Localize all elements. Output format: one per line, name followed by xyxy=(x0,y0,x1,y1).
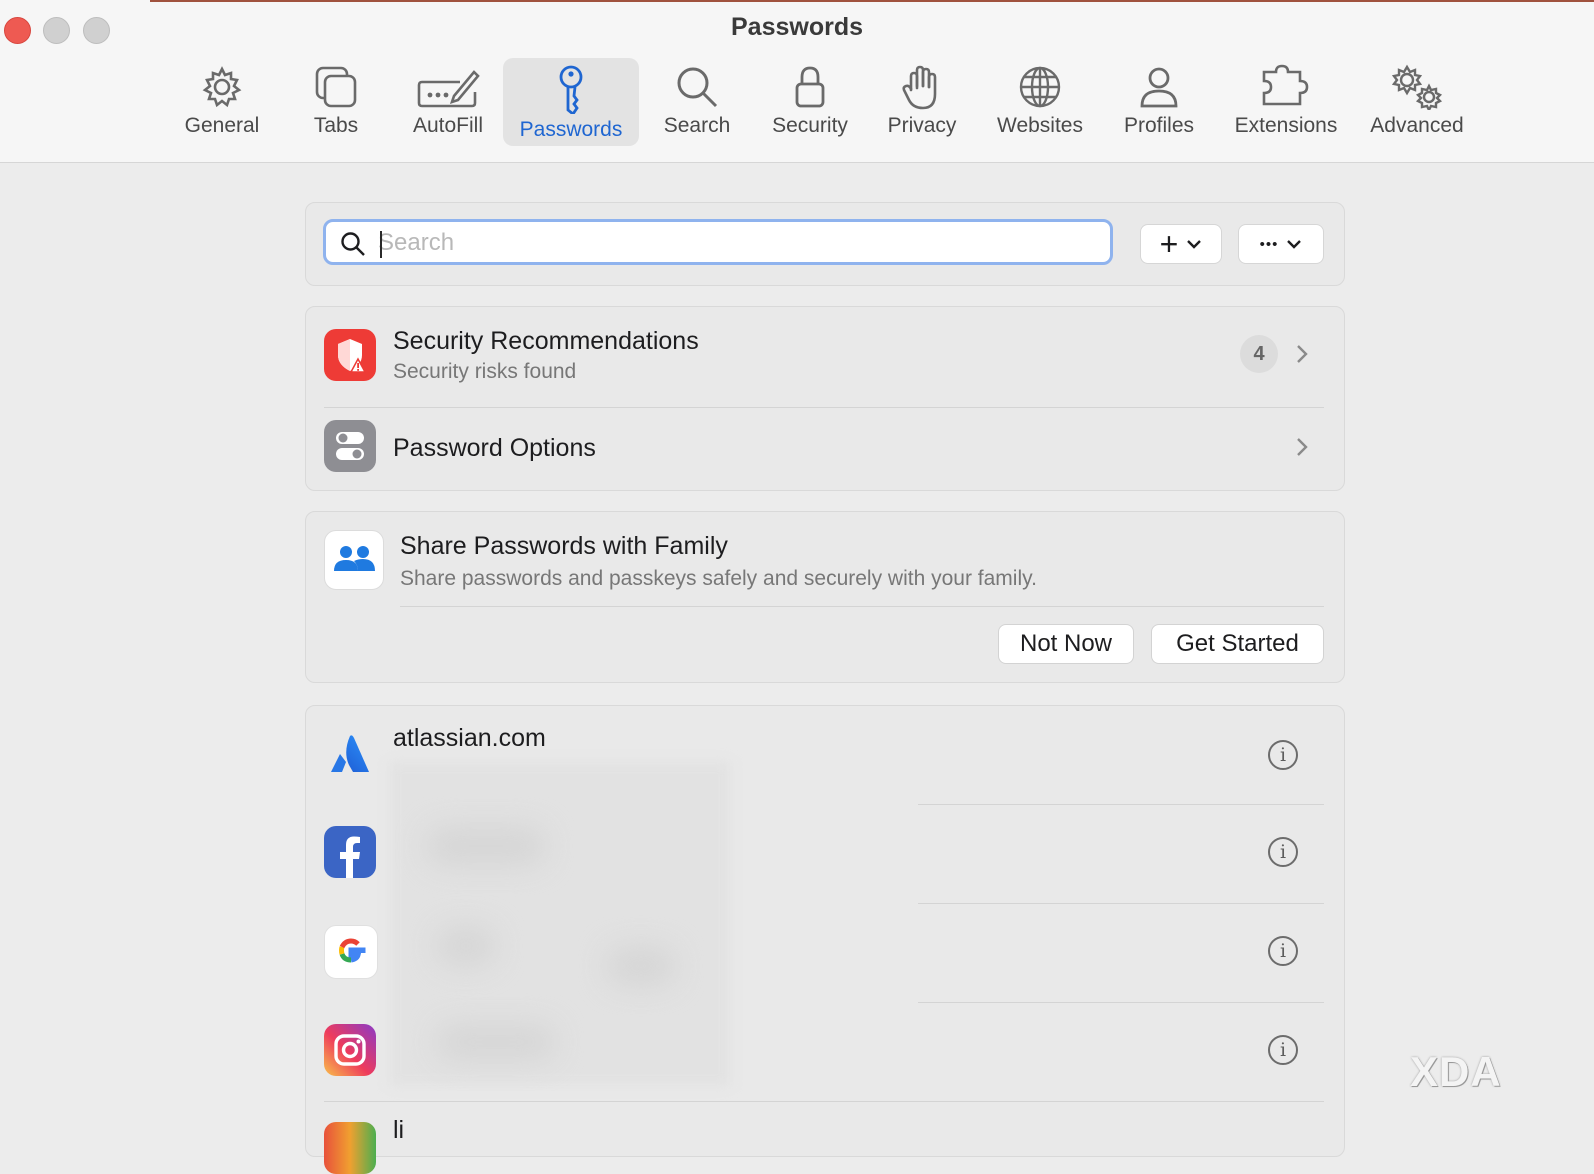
search-icon xyxy=(677,67,718,108)
blurred-text xyxy=(436,1024,556,1060)
partial-icon xyxy=(324,1122,376,1174)
search-field[interactable] xyxy=(323,219,1113,265)
tab-label: General xyxy=(184,114,260,137)
person-icon xyxy=(1140,67,1178,108)
window-edge xyxy=(150,0,1594,2)
settings-panel: Security Recommendations Security risks … xyxy=(305,306,1345,491)
chevron-down-icon xyxy=(1287,240,1302,249)
family-icon xyxy=(324,530,384,590)
tab-security[interactable]: Security xyxy=(760,58,860,146)
tab-label: Profiles xyxy=(1123,114,1195,137)
info-icon[interactable]: i xyxy=(1268,837,1298,867)
family-title: Share Passwords with Family xyxy=(400,532,728,560)
blurred-text xyxy=(606,946,676,986)
tab-label: Search xyxy=(663,114,731,137)
info-icon[interactable]: i xyxy=(1268,740,1298,770)
tab-tabs[interactable]: Tabs xyxy=(296,58,376,146)
passwords-list: atlassian.com i i i i li xyxy=(305,705,1345,1174)
list-item[interactable]: li xyxy=(306,1102,1344,1174)
gear-icon xyxy=(202,66,242,108)
tab-label: AutoFill xyxy=(412,114,484,137)
shield-warning-icon xyxy=(324,329,376,381)
password-options-title: Password Options xyxy=(393,434,596,462)
google-icon xyxy=(324,925,378,979)
site-name: atlassian.com xyxy=(393,724,546,752)
get-started-button[interactable]: Get Started xyxy=(1151,624,1324,664)
security-recommendations-row[interactable]: Security Recommendations Security risks … xyxy=(306,307,1344,407)
security-count-badge: 4 xyxy=(1240,335,1278,373)
blurred-text xyxy=(436,926,496,966)
more-menu-button[interactable]: ••• xyxy=(1238,224,1324,264)
family-sharing-panel: Share Passwords with Family Share passwo… xyxy=(305,511,1345,683)
chevron-down-icon xyxy=(1187,240,1202,249)
globe-icon xyxy=(1019,66,1061,108)
instagram-icon xyxy=(324,1024,376,1076)
search-icon xyxy=(341,232,365,256)
tab-search[interactable]: Search xyxy=(654,58,740,146)
gears-icon xyxy=(1391,64,1443,110)
divider xyxy=(400,606,1324,607)
add-menu-button[interactable]: + xyxy=(1140,224,1222,264)
window-title: Passwords xyxy=(730,13,863,41)
facebook-icon xyxy=(324,826,376,878)
watermark-logo: XDA xyxy=(1410,1048,1502,1095)
tab-general[interactable]: General xyxy=(172,58,272,146)
puzzle-icon xyxy=(1262,64,1309,106)
tabs-icon xyxy=(315,66,357,108)
hand-icon xyxy=(902,65,937,110)
ellipsis-icon: ••• xyxy=(1259,235,1279,253)
toggle-options-icon xyxy=(324,420,376,472)
tab-label: Tabs xyxy=(313,114,359,137)
security-subtitle: Security risks found xyxy=(393,360,577,383)
tab-label: Advanced xyxy=(1370,114,1464,137)
lock-icon xyxy=(795,66,825,108)
search-panel: + ••• xyxy=(305,202,1345,286)
text-cursor xyxy=(380,231,382,258)
family-subtitle: Share passwords and passkeys safely and … xyxy=(400,567,1037,590)
tab-label: Passwords xyxy=(519,118,623,141)
tab-label: Security xyxy=(772,114,848,137)
tab-label: Extensions xyxy=(1234,114,1338,137)
tab-advanced[interactable]: Advanced xyxy=(1362,58,1472,146)
tab-autofill[interactable]: AutoFill xyxy=(396,58,500,146)
info-icon[interactable]: i xyxy=(1268,936,1298,966)
security-title: Security Recommendations xyxy=(393,327,699,355)
tab-websites[interactable]: Websites xyxy=(984,58,1096,146)
key-icon xyxy=(559,65,583,114)
tab-extensions[interactable]: Extensions xyxy=(1222,58,1350,146)
tab-label: Privacy xyxy=(887,114,957,137)
info-icon[interactable]: i xyxy=(1268,1035,1298,1065)
search-input[interactable] xyxy=(378,230,1078,256)
atlassian-icon xyxy=(331,735,369,772)
tab-privacy[interactable]: Privacy xyxy=(876,58,968,146)
chevron-right-icon xyxy=(1297,345,1308,363)
title-bar: Passwords General Tabs AutoFill Password… xyxy=(0,0,1594,163)
site-name: li xyxy=(393,1116,405,1144)
tab-passwords[interactable]: Passwords xyxy=(503,58,639,146)
pencil-field-icon xyxy=(417,70,480,108)
password-options-row[interactable]: Password Options xyxy=(306,408,1344,490)
not-now-button[interactable]: Not Now xyxy=(998,624,1134,664)
chevron-right-icon xyxy=(1297,438,1308,456)
blurred-text xyxy=(426,826,546,866)
tab-profiles[interactable]: Profiles xyxy=(1110,58,1208,146)
tab-label: Websites xyxy=(997,114,1083,137)
plus-icon: + xyxy=(1159,226,1179,262)
